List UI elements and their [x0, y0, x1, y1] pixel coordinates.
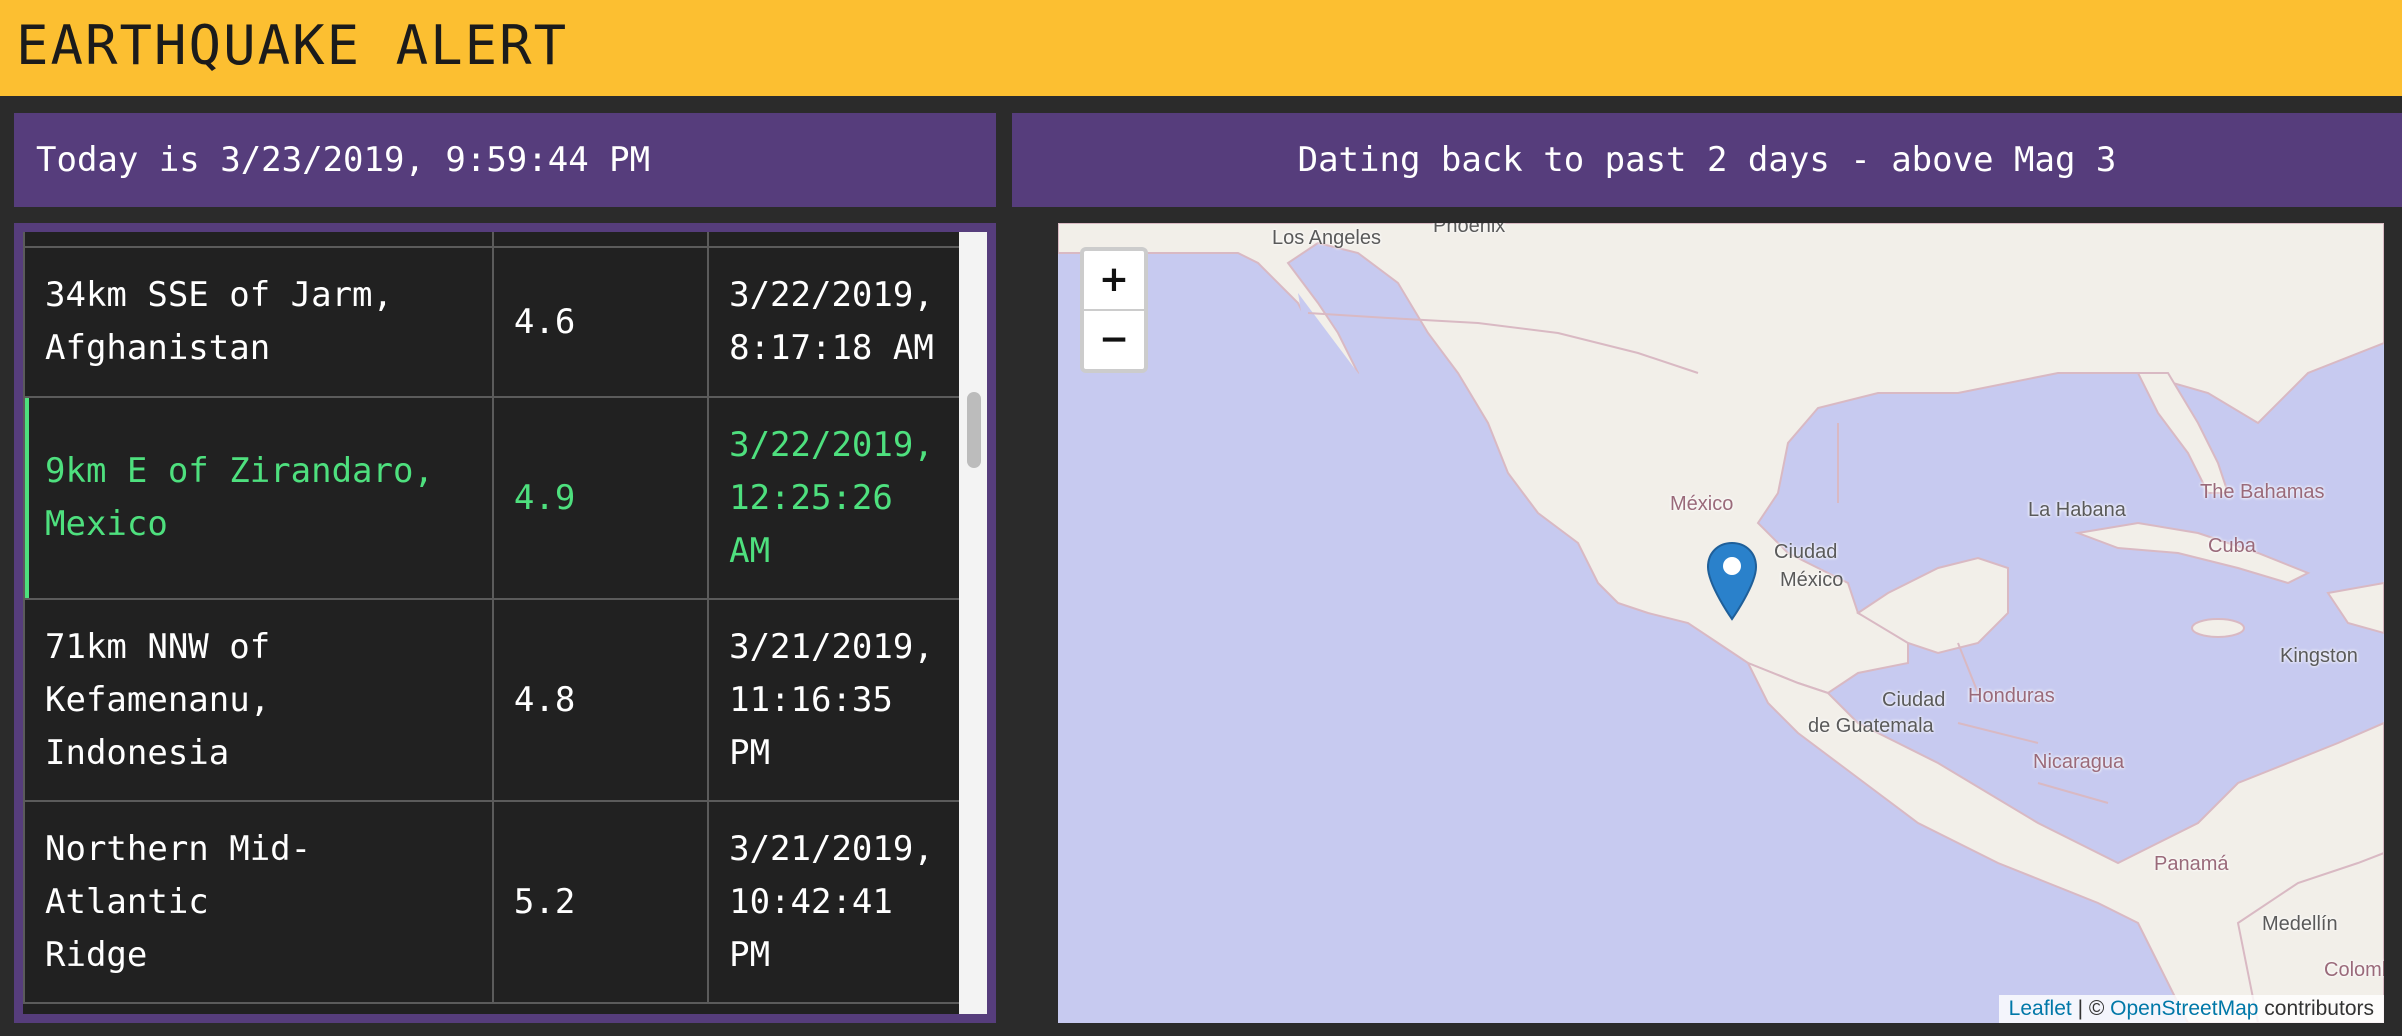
- app-header: EARTHQUAKE ALERT: [0, 0, 2402, 96]
- map-label-bahamas: The Bahamas: [2200, 481, 2325, 503]
- land-north-america: [1058, 223, 2384, 695]
- filter-description-banner: Dating back to past 2 days - above Mag 3: [1012, 113, 2402, 207]
- water-gulf-of-california: [1298, 293, 1438, 483]
- map-label-colombia: Colomb: [2324, 959, 2384, 981]
- app-title: EARTHQUAKE ALERT: [16, 14, 569, 77]
- zoom-control: + −: [1080, 247, 1148, 373]
- map-tiles: [1058, 223, 2384, 1023]
- table-row: [23, 232, 961, 248]
- table-row[interactable]: 34km SSE of Jarm, Afghanistan 4.6 3/22/20…: [23, 246, 961, 398]
- map-label-panama: Panamá: [2154, 853, 2229, 875]
- quake-location: Northern Mid-Atlantic Ridge: [23, 800, 494, 1004]
- quake-magnitude: 4.6: [491, 246, 710, 398]
- scrollbar-thumb[interactable]: [967, 392, 981, 468]
- earthquake-map[interactable]: Los Angeles Phoenix México Ciudad México…: [1058, 223, 2384, 1023]
- land-cuba: [2074, 521, 2311, 585]
- quake-time: 3/21/2019, 10:42:41 PM: [707, 800, 961, 1004]
- quake-time: 3/21/2019, 11:16:35 PM: [707, 598, 961, 802]
- attribution-separator: | ©: [2071, 997, 2111, 1020]
- map-label-guatemala-1: Ciudad: [1882, 689, 1946, 711]
- quake-location: 34km SSE of Jarm, Afghanistan: [23, 246, 494, 398]
- table-row[interactable]: 71km NNW of Kefamenanu, Indonesia 4.8 3/2…: [23, 598, 961, 802]
- map-label-la-habana: La Habana: [2028, 499, 2126, 521]
- land-jamaica: [2191, 618, 2245, 638]
- quake-location: 71km NNW of Kefamenanu, Indonesia: [23, 598, 494, 802]
- map-label-nicaragua: Nicaragua: [2033, 751, 2125, 773]
- map-label-mexico-country: México: [1670, 493, 1734, 515]
- table-row-selected[interactable]: 9km E of Zirandaro, Mexico 4.9 3/22/2019,…: [23, 396, 961, 600]
- zoom-in-button[interactable]: +: [1084, 251, 1144, 309]
- map-attribution: Leaflet | © OpenStreetMap contributors: [1998, 995, 2384, 1023]
- quake-time: 3/22/2019, 8:17:18 AM: [707, 246, 961, 398]
- quake-time: 3/22/2019, 12:25:26 AM: [707, 396, 961, 600]
- quake-magnitude: 4.9: [491, 396, 710, 600]
- quake-location: 9km E of Zirandaro, Mexico: [23, 396, 494, 600]
- map-label-guatemala-2: de Guatemala: [1808, 715, 1934, 737]
- map-label-phoenix: Phoenix: [1433, 223, 1506, 237]
- table-row[interactable]: Northern Mid-Atlantic Ridge 5.2 3/21/2019…: [23, 800, 961, 1004]
- quake-magnitude: 4.8: [491, 598, 710, 802]
- map-label-medellin: Medellín: [2262, 913, 2338, 935]
- map-marker-icon[interactable]: [1706, 541, 1758, 621]
- quake-table-scroll-area[interactable]: 34km SSE of Jarm, Afghanistan 4.6 3/22/20…: [23, 232, 987, 1014]
- map-label-kingston: Kingston: [2280, 645, 2358, 667]
- land-hispaniola: [2326, 581, 2384, 635]
- quake-table-panel: 34km SSE of Jarm, Afghanistan 4.6 3/22/20…: [14, 223, 996, 1023]
- current-time-banner: Today is 3/23/2019, 9:59:44 PM: [14, 113, 996, 207]
- map-label-mexico-city-2: México: [1780, 569, 1844, 591]
- zoom-out-button[interactable]: −: [1084, 309, 1144, 369]
- map-label-honduras: Honduras: [1968, 685, 2055, 707]
- table-scrollbar[interactable]: [959, 232, 987, 1014]
- attribution-contributors: contributors: [2258, 997, 2374, 1020]
- map-label-los-angeles: Los Angeles: [1272, 227, 1381, 249]
- map-label-cuba: Cuba: [2208, 535, 2256, 557]
- quake-magnitude: 5.2: [491, 800, 710, 1004]
- leaflet-link[interactable]: Leaflet: [2009, 997, 2072, 1020]
- map-label-mexico-city-1: Ciudad: [1774, 541, 1838, 563]
- quake-table: 34km SSE of Jarm, Afghanistan 4.6 3/22/20…: [23, 232, 961, 1004]
- openstreetmap-link[interactable]: OpenStreetMap: [2110, 997, 2258, 1020]
